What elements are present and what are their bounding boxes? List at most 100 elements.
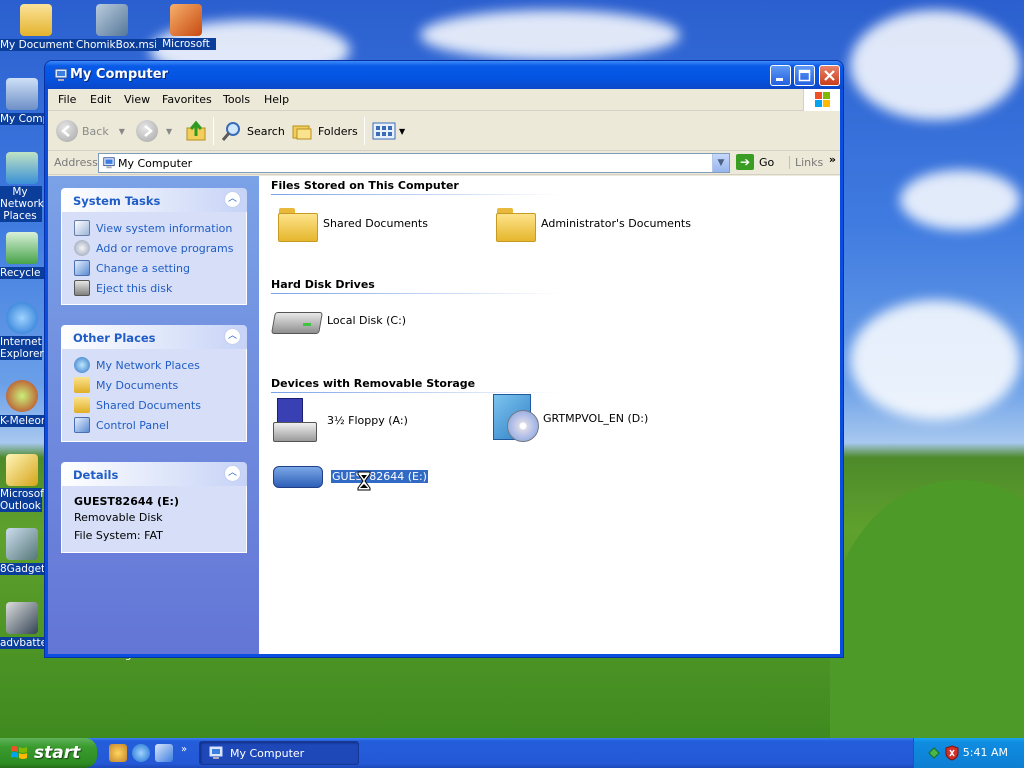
start-button[interactable]: start [0,738,97,768]
desktop-icon-k-meleon[interactable]: K-Meleon [0,380,46,427]
address-value: My Computer [118,157,193,170]
quicklaunch-chevron-icon[interactable]: » [181,744,187,755]
up-button[interactable] [185,119,207,143]
panel-title: Details [73,468,119,482]
menu-view[interactable]: View [124,93,150,106]
other-places-header[interactable]: Other Places ︿ [61,325,247,349]
folders-button[interactable]: Folders [291,119,358,143]
desktop-icon-recycle-bin[interactable]: Recycle Bin [0,232,46,279]
control-panel-link[interactable]: Control Panel [74,415,246,435]
maximize-icon [798,69,811,82]
desktop-icon-network-places[interactable]: My Network Places [0,152,46,222]
item-local-disk-c[interactable]: Local Disk (C:) [273,306,406,334]
desktop-icon-8gadget[interactable]: 8Gadget [0,528,46,575]
back-dropdown-icon[interactable]: ▼ [119,127,125,136]
desktop-icon-label: K-Meleon [0,415,46,427]
folder-icon [74,397,90,413]
start-label: start [34,743,81,763]
add-remove-programs-link[interactable]: Add or remove programs [74,238,246,258]
desktop-icon-outlook[interactable]: Microsoft Outlook [0,454,46,512]
item-shared-documents[interactable]: Shared Documents [277,206,428,242]
window-title: My Computer [70,67,168,82]
control-panel-icon [74,260,90,276]
link-label: Change a setting [96,261,190,275]
menu-favorites[interactable]: Favorites [162,93,212,106]
collapse-icon[interactable]: ︿ [224,191,241,208]
forward-dropdown-icon[interactable]: ▼ [166,127,172,136]
clock[interactable]: 5:41 AM [963,746,1008,759]
link-label: Eject this disk [96,281,173,295]
views-dropdown-icon: ▼ [399,126,406,136]
folder-icon [74,377,90,393]
change-setting-link[interactable]: Change a setting [74,258,246,278]
links-button[interactable]: Links [789,156,823,169]
go-button[interactable]: ➔ Go [736,154,774,170]
item-grtmpvol-d[interactable]: GRTMPVOL_EN (D:) [491,394,648,442]
close-button[interactable] [819,65,840,86]
eject-disk-link[interactable]: Eject this disk [74,278,246,298]
chevron-right-icon[interactable]: » [829,153,836,166]
group-header-removable: Devices with Removable Storage [271,377,476,390]
computer-icon [209,746,223,759]
forward-button[interactable]: ▼ [136,119,172,143]
collapse-icon[interactable]: ︿ [224,465,241,482]
search-button[interactable]: Search [221,119,285,143]
menu-tools[interactable]: Tools [223,93,250,106]
go-label: Go [759,155,775,169]
link-label: My Documents [96,378,179,392]
group-header-files: Files Stored on This Computer [271,179,459,192]
taskbar-item-my-computer[interactable]: My Computer [199,741,359,765]
system-tasks-header[interactable]: System Tasks ︿ [61,188,247,212]
network-tray-icon[interactable] [926,745,942,761]
desktop-icon-label: Microsoft PowerPoint [156,38,216,50]
item-administrators-documents[interactable]: Administrator's Documents [495,206,691,242]
view-system-info-link[interactable]: View system information [74,218,246,238]
toolbar-separator [213,117,214,145]
desktop-icon-label: ChomikBox.msi [74,39,160,51]
hill [830,480,1024,738]
maximize-button[interactable] [794,65,815,86]
menu-edit[interactable]: Edit [90,93,111,106]
menu-help[interactable]: Help [264,93,289,106]
item-label: Shared Documents [323,216,428,230]
desktop-icon-my-documents[interactable]: My Documents [0,4,81,51]
minimize-button[interactable] [770,65,791,86]
my-documents-link[interactable]: My Documents [74,375,246,395]
removable-disk-icon [273,462,323,490]
taskbar-item-label: My Computer [230,746,305,760]
floppy-drive-icon [273,398,317,442]
quicklaunch-ie-icon[interactable] [132,744,150,762]
installer-icon [6,602,38,634]
windows-logo [803,89,840,111]
desktop-icon-my-computer[interactable]: My Computer [0,78,46,125]
installer-icon [96,4,128,36]
title-bar[interactable]: My Computer [45,61,843,89]
link-label: Shared Documents [96,398,201,412]
shared-documents-link[interactable]: Shared Documents [74,395,246,415]
details-panel: Details ︿ GUEST82644 (E:) Removable Disk… [61,462,247,553]
recycle-bin-icon [6,232,38,264]
ie-icon [6,302,38,334]
quicklaunch-desktop-icon[interactable] [155,744,173,762]
folders-label: Folders [318,124,358,138]
taskbar: start » My Computer 5:41 AM [0,738,1024,768]
quicklaunch-media-icon[interactable] [109,744,127,762]
menu-file[interactable]: File [58,93,76,106]
address-input[interactable]: My Computer ▼ [98,153,730,173]
item-guest-e[interactable]: GUEST82644 (E:) [273,462,429,490]
security-shield-icon[interactable] [944,745,960,761]
details-name: GUEST82644 (E:) [74,495,179,508]
desktop-icon-chomikbox[interactable]: ChomikBox.msi [74,4,160,51]
details-header[interactable]: Details ︿ [61,462,247,486]
desktop-icon-internet-explorer[interactable]: Internet Explorer [0,302,46,360]
k-meleon-icon [6,380,38,412]
back-button[interactable]: Back ▼ [56,119,125,143]
my-network-places-link[interactable]: My Network Places [74,355,246,375]
views-button[interactable]: ▼ [372,119,405,143]
address-dropdown-icon[interactable]: ▼ [712,154,729,172]
desktop-icon-advbattery[interactable]: advbattery [0,602,46,649]
desktop-icon-powerpoint[interactable]: Microsoft PowerPoint [148,4,224,50]
collapse-icon[interactable]: ︿ [224,328,241,345]
item-floppy-a[interactable]: 3½ Floppy (A:) [273,398,408,442]
folder-icon [20,4,52,36]
